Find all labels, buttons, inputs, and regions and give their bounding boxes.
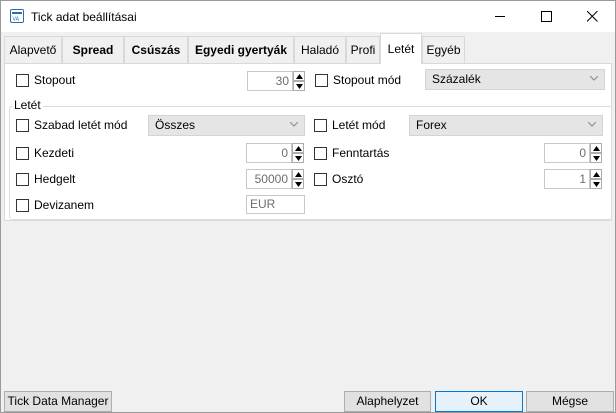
divider-value-input[interactable]: 1 [544, 169, 590, 189]
spin-up-button[interactable] [292, 143, 304, 153]
close-icon [587, 11, 598, 22]
tab-letet[interactable]: Letét [380, 33, 422, 64]
arrow-down-icon [593, 156, 600, 161]
hedged-label: Hedgelt [34, 172, 76, 186]
stopout-mode-select[interactable]: Százalék [425, 69, 605, 90]
arrow-down-icon [593, 182, 600, 187]
arrow-up-icon [295, 146, 302, 151]
free-margin-mode-label: Szabad letét mód [34, 118, 128, 132]
chevron-down-icon [588, 122, 596, 127]
close-button[interactable] [569, 1, 615, 32]
cancel-button[interactable]: Mégse [526, 391, 614, 412]
spin-up-button[interactable] [590, 169, 602, 179]
title-bar[interactable]: VA Tick adat beállításai [1, 1, 615, 32]
initial-value-input[interactable]: 0 [246, 143, 292, 163]
margin-mode-select[interactable]: Forex [409, 115, 603, 136]
maximize-icon [541, 11, 552, 22]
stopout-mode-checkbox[interactable] [315, 74, 328, 87]
free-margin-mode-select[interactable]: Összes [148, 115, 305, 136]
hedged-checkbox[interactable] [16, 173, 29, 186]
dialog-window: VA Tick adat beállításai Alapvető Spread… [0, 0, 616, 413]
tab-spread[interactable]: Spread [62, 36, 124, 64]
stopout-mode-selected: Százalék [432, 72, 481, 86]
maximize-button[interactable] [523, 1, 569, 32]
spin-down-button[interactable] [590, 179, 602, 189]
divider-spinner[interactable] [590, 169, 602, 189]
divider-checkbox[interactable] [314, 173, 327, 186]
margin-mode-checkbox[interactable] [314, 119, 327, 132]
arrow-up-icon [295, 172, 302, 177]
currency-input[interactable]: EUR [246, 195, 305, 214]
minimize-button[interactable] [477, 1, 523, 32]
arrow-up-icon [593, 172, 600, 177]
hedged-spinner[interactable] [292, 169, 304, 189]
margin-mode-selected: Forex [416, 118, 447, 132]
spin-down-button[interactable] [590, 153, 602, 163]
minimize-icon [495, 16, 505, 17]
chevron-down-icon [590, 76, 598, 81]
spin-up-button[interactable] [293, 71, 305, 81]
maintenance-label: Fenntartás [332, 146, 390, 160]
spin-down-button[interactable] [293, 81, 305, 91]
spin-down-button[interactable] [292, 179, 304, 189]
maintenance-spinner[interactable] [590, 143, 602, 163]
tick-data-manager-button[interactable]: Tick Data Manager [4, 391, 112, 412]
currency-checkbox[interactable] [16, 199, 29, 212]
spin-up-button[interactable] [292, 169, 304, 179]
free-margin-mode-selected: Összes [155, 118, 196, 132]
tab-alapveto[interactable]: Alapvető [4, 36, 62, 64]
divider-label: Osztó [332, 172, 364, 186]
window-title: Tick adat beállításai [31, 10, 137, 24]
arrow-down-icon [295, 156, 302, 161]
arrow-up-icon [593, 146, 600, 151]
tab-profi[interactable]: Profi [346, 36, 380, 64]
initial-spinner[interactable] [292, 143, 304, 163]
margin-group-title: Letét [12, 98, 43, 112]
currency-label: Devizanem [34, 198, 95, 212]
stopout-value-input[interactable]: 30 [247, 71, 293, 91]
spin-down-button[interactable] [292, 153, 304, 163]
tab-halado[interactable]: Haladó [294, 36, 346, 64]
margin-mode-label: Letét mód [332, 118, 386, 132]
maintenance-value-input[interactable]: 0 [544, 143, 590, 163]
arrow-down-icon [295, 182, 302, 187]
hedged-value-input[interactable]: 50000 [246, 169, 292, 189]
margin-tab-panel: Stopout 30 Stopout mód Százalék [4, 63, 612, 221]
stopout-mode-label: Stopout mód [333, 73, 402, 87]
stopout-label: Stopout [34, 73, 76, 87]
maintenance-checkbox[interactable] [314, 147, 327, 160]
stopout-checkbox[interactable] [16, 74, 29, 87]
spin-up-button[interactable] [590, 143, 602, 153]
free-margin-mode-checkbox[interactable] [16, 119, 29, 132]
arrow-down-icon [296, 84, 303, 89]
initial-label: Kezdeti [34, 146, 75, 160]
svg-text:VA: VA [13, 17, 20, 23]
ok-button[interactable]: OK [435, 391, 523, 412]
stopout-spinner[interactable] [293, 71, 305, 91]
ticket-app-icon: VA [9, 8, 25, 24]
tab-csuszas[interactable]: Csúszás [124, 36, 188, 64]
tab-egyeb[interactable]: Egyéb [422, 36, 465, 64]
initial-checkbox[interactable] [16, 147, 29, 160]
chevron-down-icon [290, 122, 298, 127]
tab-egyedi-gyertyak[interactable]: Egyedi gyertyák [188, 36, 294, 64]
reset-button[interactable]: Alaphelyzet [344, 391, 431, 412]
arrow-up-icon [296, 74, 303, 79]
